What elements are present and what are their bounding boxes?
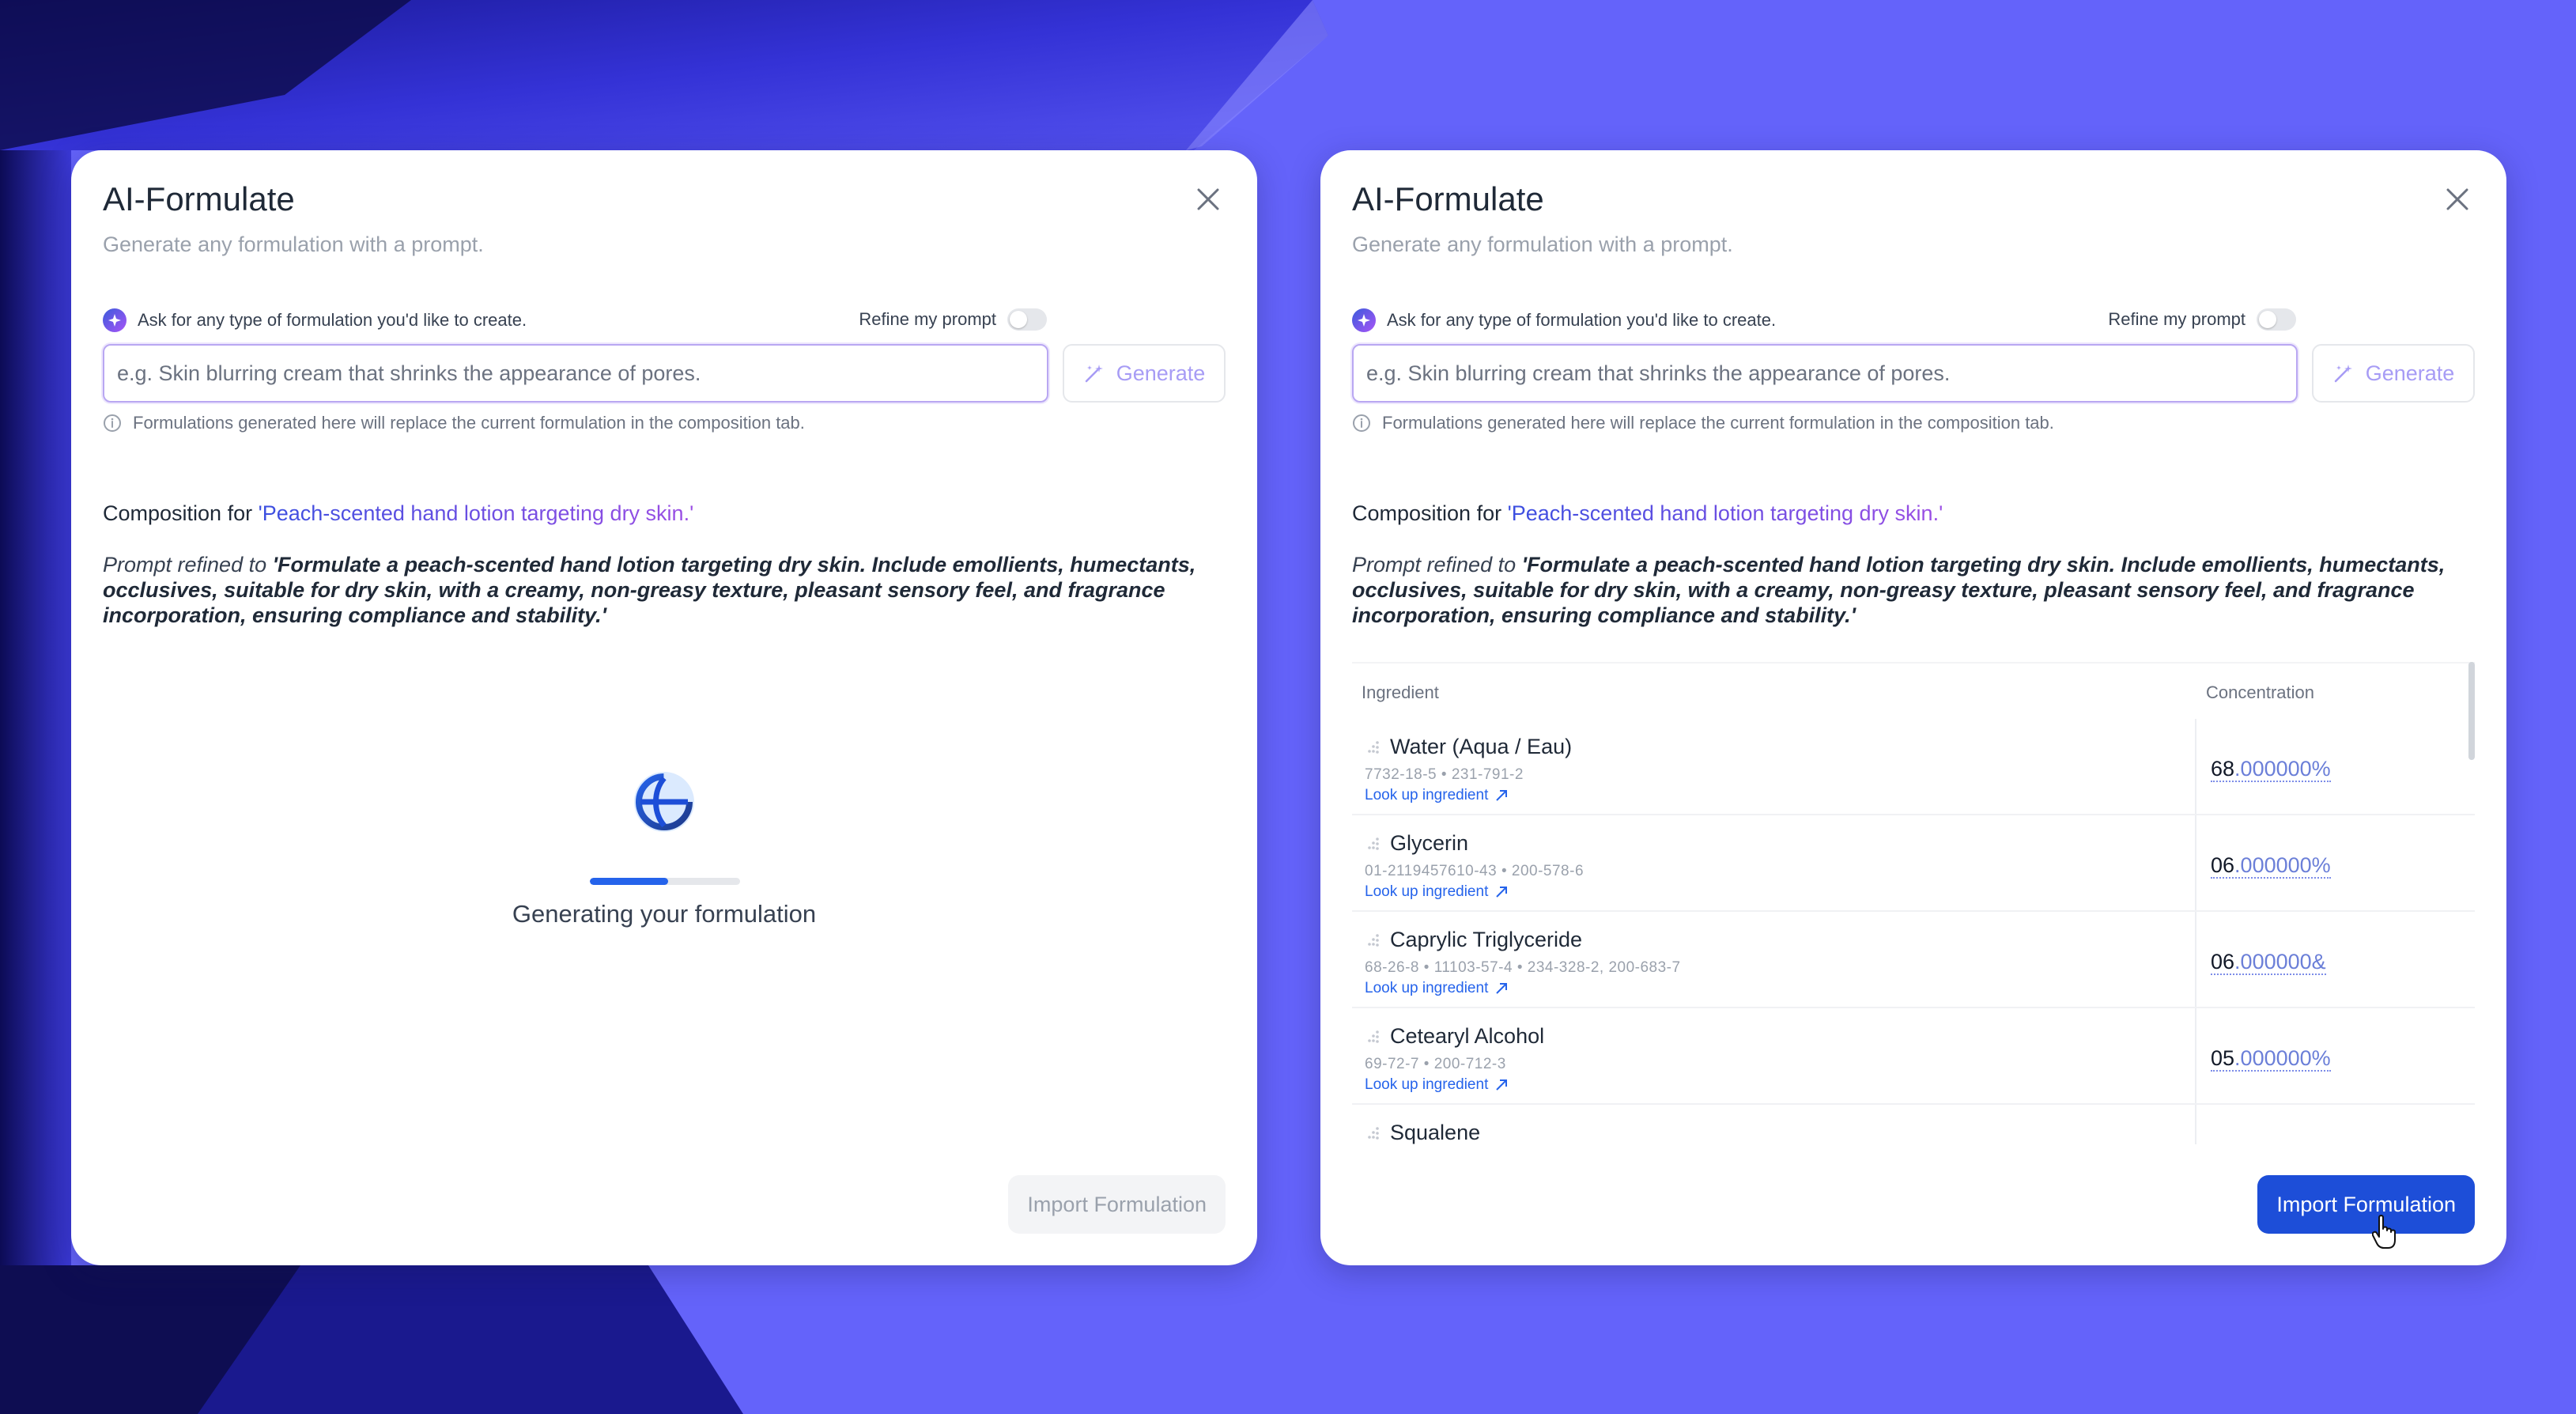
col-ingredient: Ingredient xyxy=(1362,682,1439,702)
ai-formulate-dialog-result: AI-Formulate Generate any formulation wi… xyxy=(1320,150,2506,1265)
drag-handle-icon[interactable] xyxy=(1366,836,1382,852)
hand-cursor-icon xyxy=(2372,1215,2396,1249)
generate-button[interactable]: Generate xyxy=(1063,344,1226,403)
ingredient-name: Squalene xyxy=(1366,1121,1480,1144)
magic-wand-icon xyxy=(2334,365,2352,383)
drag-handle-icon[interactable] xyxy=(1366,1125,1382,1141)
table-row: Water (Aqua / Eau) 7732-18-5 • 231-791-2… xyxy=(1352,719,2475,815)
refine-label: Refine my prompt xyxy=(859,309,996,329)
ask-label: Ask for any type of formulation you'd li… xyxy=(138,310,527,330)
table-row: Glycerin 01-2119457610-43 • 200-578-6 Lo… xyxy=(1352,815,2475,912)
ingredient-ids: 01-2119457610-43 • 200-578-6 xyxy=(1365,863,1585,879)
dialog-subtitle: Generate any formulation with a prompt. xyxy=(103,233,484,256)
magic-wand-icon xyxy=(1085,365,1103,383)
table-row: Squalene xyxy=(1352,1105,2475,1144)
prompt-placeholder: e.g. Skin blurring cream that shrinks th… xyxy=(1366,361,1951,385)
dialog-title: AI-Formulate xyxy=(103,180,295,217)
composition-query: 'Peach-scented hand lotion targeting dry… xyxy=(258,501,694,525)
import-formulation-button[interactable]: Import Formulation xyxy=(1008,1175,1226,1234)
look-up-ingredient-link[interactable]: Look up ingredient xyxy=(1365,787,1509,804)
info-text: Formulations generated here will replace… xyxy=(133,413,805,433)
prompt-input[interactable]: e.g. Skin blurring cream that shrinks th… xyxy=(1352,344,2298,403)
external-link-icon xyxy=(1496,1079,1508,1091)
generate-label: Generate xyxy=(1116,361,1206,385)
generate-label: Generate xyxy=(2365,361,2455,385)
concentration-value[interactable]: 05.000000% xyxy=(2211,1046,2331,1072)
prompt-input[interactable]: e.g. Skin blurring cream that shrinks th… xyxy=(103,344,1048,403)
ingredient-name: Glycerin xyxy=(1366,831,1468,856)
info-icon xyxy=(104,414,121,432)
sparkle-avatar-icon xyxy=(1352,308,1376,332)
refined-prompt: Prompt refined to 'Formulate a peach-sce… xyxy=(103,553,1196,627)
dialog-subtitle: Generate any formulation with a prompt. xyxy=(1352,233,1733,256)
ingredient-name: Cetearyl Alcohol xyxy=(1366,1024,1544,1049)
external-link-icon xyxy=(1496,887,1508,898)
info-note: Formulations generated here will replace… xyxy=(103,413,805,433)
table-row: Caprylic Triglyceride 68-26-8 • 11103-57… xyxy=(1352,912,2475,1008)
ingredient-name: Caprylic Triglyceride xyxy=(1366,928,1582,952)
refine-prompt-toggle[interactable] xyxy=(2257,308,2296,331)
concentration-value[interactable]: 06.000000& xyxy=(2211,950,2326,975)
dialog-title: AI-Formulate xyxy=(1352,180,1544,217)
generation-progress-bar xyxy=(590,878,740,885)
refine-label: Refine my prompt xyxy=(2108,309,2246,329)
look-up-ingredient-link[interactable]: Look up ingredient xyxy=(1365,980,1509,997)
concentration-value[interactable]: 68.000000% xyxy=(2211,757,2331,782)
import-formulation-button[interactable]: Import Formulation xyxy=(2257,1175,2475,1234)
info-note: Formulations generated here will replace… xyxy=(1352,413,2054,433)
drag-handle-icon[interactable] xyxy=(1366,1029,1382,1045)
look-up-ingredient-link[interactable]: Look up ingredient xyxy=(1365,883,1509,901)
external-link-icon xyxy=(1496,790,1508,801)
ingredient-ids: 68-26-8 • 11103-57-4 • 234-328-2, 200-68… xyxy=(1365,959,1681,976)
external-link-icon xyxy=(1496,983,1508,994)
look-up-ingredient-link[interactable]: Look up ingredient xyxy=(1365,1076,1509,1094)
info-text: Formulations generated here will replace… xyxy=(1382,413,2054,433)
col-concentration: Concentration xyxy=(2206,682,2314,702)
ask-label: Ask for any type of formulation you'd li… xyxy=(1387,310,1777,330)
generate-button[interactable]: Generate xyxy=(2312,344,2475,403)
ingredient-name: Water (Aqua / Eau) xyxy=(1366,735,1572,759)
prompt-placeholder: e.g. Skin blurring cream that shrinks th… xyxy=(117,361,701,385)
table-row: Cetearyl Alcohol 69-72-7 • 200-712-3 Loo… xyxy=(1352,1008,2475,1105)
refined-prompt: Prompt refined to 'Formulate a peach-sce… xyxy=(1352,553,2446,627)
refine-prompt-row: Refine my prompt xyxy=(2108,308,2296,331)
generating-label: Generating your formulation xyxy=(512,900,817,928)
sparkle-avatar-icon xyxy=(103,308,127,332)
drag-handle-icon[interactable] xyxy=(1366,932,1382,948)
close-icon[interactable] xyxy=(2442,183,2473,215)
ask-row: Ask for any type of formulation you'd li… xyxy=(103,308,527,332)
ingredient-ids: 7732-18-5 • 231-791-2 xyxy=(1365,766,1524,783)
ingredient-ids: 69-72-7 • 200-712-3 xyxy=(1365,1056,1506,1072)
table-header: Ingredient Concentration xyxy=(1352,662,2475,719)
drag-handle-icon[interactable] xyxy=(1366,739,1382,755)
composition-query: 'Peach-scented hand lotion targeting dry… xyxy=(1507,501,1943,525)
composition-heading: Composition for 'Peach-scented hand loti… xyxy=(1352,501,1943,525)
close-icon[interactable] xyxy=(1192,183,1224,215)
ask-row: Ask for any type of formulation you'd li… xyxy=(1352,308,1776,332)
refine-prompt-row: Refine my prompt xyxy=(859,308,1047,331)
concentration-value[interactable]: 06.000000% xyxy=(2211,853,2331,879)
ingredient-table: Ingredient Concentration Water (Aqua / E… xyxy=(1352,662,2475,1144)
loading-globe-icon xyxy=(634,772,694,832)
refine-prompt-toggle[interactable] xyxy=(1007,308,1047,331)
composition-heading: Composition for 'Peach-scented hand loti… xyxy=(103,501,694,525)
ai-formulate-dialog-loading: AI-Formulate Generate any formulation wi… xyxy=(71,150,1257,1265)
info-icon xyxy=(1353,414,1370,432)
